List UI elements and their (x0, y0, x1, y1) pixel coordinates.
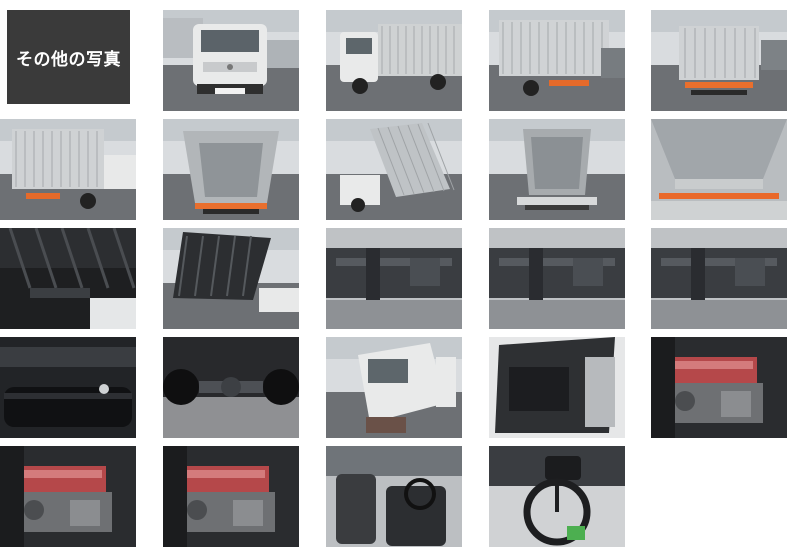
photo-dump-bed-interior-image (163, 119, 299, 220)
photo-hoist-underside-thumbnail[interactable] (0, 228, 136, 329)
photo-fuel-tank-image (0, 337, 136, 438)
photo-truck-front-image (163, 10, 299, 111)
photo-bed-floor-thumbnail[interactable] (651, 119, 787, 220)
photo-cab-tilted-image (326, 337, 462, 438)
photo-truck-rear-left-image (0, 119, 136, 220)
photo-engine-1-image (651, 337, 787, 438)
photo-dashboard-steering-thumbnail[interactable] (489, 446, 625, 547)
photo-rear-axle-thumbnail[interactable] (163, 337, 299, 438)
photo-bed-floor-image (651, 119, 787, 220)
photo-cab-seats-thumbnail[interactable] (326, 446, 462, 547)
photo-engine-3-thumbnail[interactable] (163, 446, 299, 547)
photo-chassis-frame-3-image (651, 228, 787, 329)
gallery-heading-tile: その他の写真 (7, 10, 130, 104)
photo-hoist-raised-image (163, 228, 299, 329)
photo-cab-underside-image (489, 337, 625, 438)
photo-hoist-raised-thumbnail[interactable] (163, 228, 299, 329)
photo-dump-bed-raised-rear-image (489, 119, 625, 220)
photo-gallery: その他の写真 (0, 0, 789, 547)
photo-engine-3-image (163, 446, 299, 547)
photo-rear-axle-image (163, 337, 299, 438)
photo-chassis-frame-2-image (489, 228, 625, 329)
photo-dashboard-steering-image (489, 446, 625, 547)
photo-cab-seats-image (326, 446, 462, 547)
photo-chassis-frame-3-thumbnail[interactable] (651, 228, 787, 329)
photo-truck-rear-image (651, 10, 787, 111)
photo-truck-rear-left-thumbnail[interactable] (0, 119, 136, 220)
photo-truck-rear-thumbnail[interactable] (651, 10, 787, 111)
photo-chassis-frame-2-thumbnail[interactable] (489, 228, 625, 329)
gallery-heading: その他の写真 (16, 49, 121, 70)
photo-truck-rear-side-thumbnail[interactable] (489, 10, 625, 111)
photo-truck-rear-side-image (489, 10, 625, 111)
photo-dump-bed-raised-side-thumbnail[interactable] (326, 119, 462, 220)
photo-chassis-frame-1-image (326, 228, 462, 329)
photo-engine-1-thumbnail[interactable] (651, 337, 787, 438)
photo-dump-bed-raised-rear-thumbnail[interactable] (489, 119, 625, 220)
photo-cab-tilted-thumbnail[interactable] (326, 337, 462, 438)
photo-hoist-underside-image (0, 228, 136, 329)
photo-chassis-frame-1-thumbnail[interactable] (326, 228, 462, 329)
photo-cab-underside-thumbnail[interactable] (489, 337, 625, 438)
photo-fuel-tank-thumbnail[interactable] (0, 337, 136, 438)
photo-dump-bed-raised-side-image (326, 119, 462, 220)
photo-truck-front-thumbnail[interactable] (163, 10, 299, 111)
photo-dump-bed-interior-thumbnail[interactable] (163, 119, 299, 220)
photo-truck-front-side-image (326, 10, 462, 111)
photo-engine-2-image (0, 446, 136, 547)
photo-truck-front-side-thumbnail[interactable] (326, 10, 462, 111)
photo-engine-2-thumbnail[interactable] (0, 446, 136, 547)
